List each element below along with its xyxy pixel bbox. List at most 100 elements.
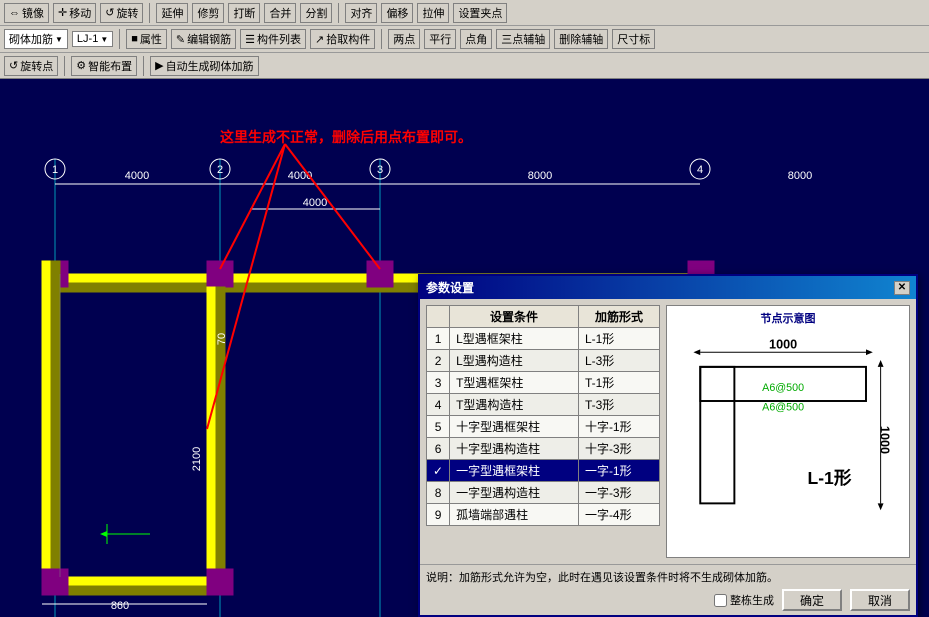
- parallel-btn[interactable]: 平行: [424, 29, 456, 49]
- annotation-text: 这里生成不正常，删除后用点布置即可。: [220, 127, 472, 147]
- two-point-btn[interactable]: 两点: [388, 29, 420, 49]
- table-row[interactable]: ✓一字型遇框架柱一字-1形: [427, 460, 660, 482]
- toolbar-row1: ⇔镜像 ✛移动 ↺旋转 延伸 修剪 打断 合并 分割 对齐 偏移 拉伸 设置夹点: [0, 0, 929, 26]
- row-num-cell: 5: [427, 416, 450, 438]
- dropdown2-arrow: ▼: [100, 35, 108, 44]
- extend-btn[interactable]: 延伸: [156, 3, 188, 23]
- svg-text:1: 1: [52, 164, 58, 176]
- dialog-close-button[interactable]: ✕: [894, 281, 910, 295]
- row-condition-cell: 孤墙端部遇柱: [450, 504, 579, 526]
- auto-gen-btn[interactable]: ▶自动生成砌体加筋: [150, 56, 258, 76]
- row-type-cell: L-3形: [578, 350, 659, 372]
- svg-text:8000: 8000: [528, 170, 552, 182]
- row-num-cell: 8: [427, 482, 450, 504]
- row-num-cell: 4: [427, 394, 450, 416]
- row-condition-cell: 一字型遇构造柱: [450, 482, 579, 504]
- table-row[interactable]: 2L型遇构造柱L-3形: [427, 350, 660, 372]
- row-num-cell: 6: [427, 438, 450, 460]
- stretch-btn[interactable]: 拉伸: [417, 3, 449, 23]
- offset-btn[interactable]: 偏移: [381, 3, 413, 23]
- pick-component-btn[interactable]: ↗拾取构件: [310, 29, 375, 49]
- row-condition-cell: T型遇构造柱: [450, 394, 579, 416]
- three-point-btn[interactable]: 三点辅轴: [496, 29, 550, 49]
- rotate-icon: ↺: [105, 6, 114, 19]
- row-type-cell: 十字-1形: [578, 416, 659, 438]
- separator1: [149, 3, 150, 23]
- toolbar-row2: 砌体加筋 ▼ LJ-1 ▼ ■属性 ✎编辑钢筋 ☰构件列表 ↗拾取构件 两点 平…: [0, 26, 929, 52]
- dropdown1-arrow: ▼: [55, 35, 63, 44]
- separator3: [119, 29, 120, 49]
- row-condition-cell: L型遇框架柱: [450, 328, 579, 350]
- svg-text:2100: 2100: [191, 447, 203, 471]
- row-type-cell: L-1形: [578, 328, 659, 350]
- table-row[interactable]: 8一字型遇构造柱一字-3形: [427, 482, 660, 504]
- table-row[interactable]: 4T型遇构造柱T-3形: [427, 394, 660, 416]
- whole-building-label: 整栋生成: [730, 592, 774, 608]
- split-btn[interactable]: 分割: [300, 3, 332, 23]
- col-header-type: 加筋形式: [578, 306, 659, 328]
- rotate-point-btn[interactable]: ↺旋转点: [4, 56, 58, 76]
- smart-layout-btn[interactable]: ⚙智能布置: [71, 56, 137, 76]
- table-row[interactable]: 9孤墙端部遇柱一字-4形: [427, 504, 660, 526]
- table-row[interactable]: 3T型遇框架柱T-1形: [427, 372, 660, 394]
- move-btn[interactable]: ✛移动: [53, 3, 96, 23]
- row-type-cell: T-3形: [578, 394, 659, 416]
- cad-drawing-area[interactable]: 1 2 3 4 4000 4000 8000 8000 4000: [0, 79, 929, 617]
- mirror-icon: ⇔: [9, 7, 20, 19]
- toolbar-area: ⇔镜像 ✛移动 ↺旋转 延伸 修剪 打断 合并 分割 对齐 偏移 拉伸 设置夹点…: [0, 0, 929, 79]
- svg-text:4000: 4000: [125, 170, 149, 182]
- row-type-cell: 十字-3形: [578, 438, 659, 460]
- join-btn[interactable]: 合并: [264, 3, 296, 23]
- row-condition-cell: T型遇框架柱: [450, 372, 579, 394]
- toolbar-row2b: ↺旋转点 ⚙智能布置 ▶自动生成砌体加筋: [0, 52, 929, 78]
- svg-text:4: 4: [697, 164, 703, 176]
- dialog-title: 参数设置: [426, 279, 474, 296]
- dialog-cancel-button[interactable]: 取消: [850, 589, 910, 611]
- dim-btn[interactable]: 尺寸标: [612, 29, 655, 49]
- col-header-condition: 设置条件: [450, 306, 579, 328]
- dialog-body: 设置条件 加筋形式 1L型遇框架柱L-1形2L型遇构造柱L-3形3T型遇框架柱T…: [420, 299, 916, 564]
- dialog-left-panel: 设置条件 加筋形式 1L型遇框架柱L-1形2L型遇构造柱L-3形3T型遇框架柱T…: [426, 305, 660, 558]
- table-row[interactable]: 6十字型遇构造柱十字-3形: [427, 438, 660, 460]
- trim-btn[interactable]: 修剪: [192, 3, 224, 23]
- edit-rebar-btn[interactable]: ✎编辑钢筋: [171, 29, 236, 49]
- row-condition-cell: 一字型遇框架柱: [450, 460, 579, 482]
- grip-btn[interactable]: 设置夹点: [453, 3, 507, 23]
- footer-controls: 整栋生成 确定 取消: [426, 589, 910, 611]
- rotate-btn[interactable]: ↺旋转: [100, 3, 143, 23]
- col-header-num: [427, 306, 450, 328]
- align-btn[interactable]: 对齐: [345, 3, 377, 23]
- row-num-cell: 9: [427, 504, 450, 526]
- dialog-ok-button[interactable]: 确定: [782, 589, 842, 611]
- diagram-svg: 1000 1000 A6@500 A6@500 L-1形: [671, 330, 905, 550]
- row-type-cell: 一字-3形: [578, 482, 659, 504]
- svg-text:L-1形: L-1形: [808, 468, 852, 488]
- svg-text:70: 70: [216, 333, 228, 345]
- row-type-cell: T-1形: [578, 372, 659, 394]
- row-type-cell: 一字-1形: [578, 460, 659, 482]
- row-num-cell: 3: [427, 372, 450, 394]
- dialog-right-panel: 节点示意图 1000: [666, 305, 910, 558]
- svg-text:4000: 4000: [303, 197, 327, 209]
- separator2: [338, 3, 339, 23]
- del-aux-btn[interactable]: 删除辅轴: [554, 29, 608, 49]
- dialog-titlebar: 参数设置 ✕: [420, 276, 916, 299]
- move-icon: ✛: [58, 6, 67, 19]
- table-row[interactable]: 1L型遇框架柱L-1形: [427, 328, 660, 350]
- properties-btn[interactable]: ■属性: [126, 29, 167, 49]
- svg-text:A6@500: A6@500: [762, 402, 804, 414]
- component-list-btn[interactable]: ☰构件列表: [240, 29, 306, 49]
- angle-btn[interactable]: 点角: [460, 29, 492, 49]
- separator4: [381, 29, 382, 49]
- break-btn[interactable]: 打断: [228, 3, 260, 23]
- diagram-title: 节点示意图: [671, 310, 905, 326]
- whole-building-checkbox[interactable]: [714, 594, 727, 607]
- dialog-footer: 说明：加筋形式允许为空，此时在遇见该设置条件时将不生成砌体加筋。 整栋生成 确定…: [420, 564, 916, 615]
- svg-text:1000: 1000: [878, 426, 892, 454]
- separator5: [64, 56, 65, 76]
- component-type-dropdown[interactable]: 砌体加筋 ▼: [4, 29, 68, 49]
- table-row[interactable]: 5十字型遇框架柱十字-1形: [427, 416, 660, 438]
- mirror-btn[interactable]: ⇔镜像: [4, 3, 49, 23]
- whole-building-checkbox-area[interactable]: 整栋生成: [714, 592, 774, 608]
- component-id-dropdown[interactable]: LJ-1 ▼: [72, 31, 113, 47]
